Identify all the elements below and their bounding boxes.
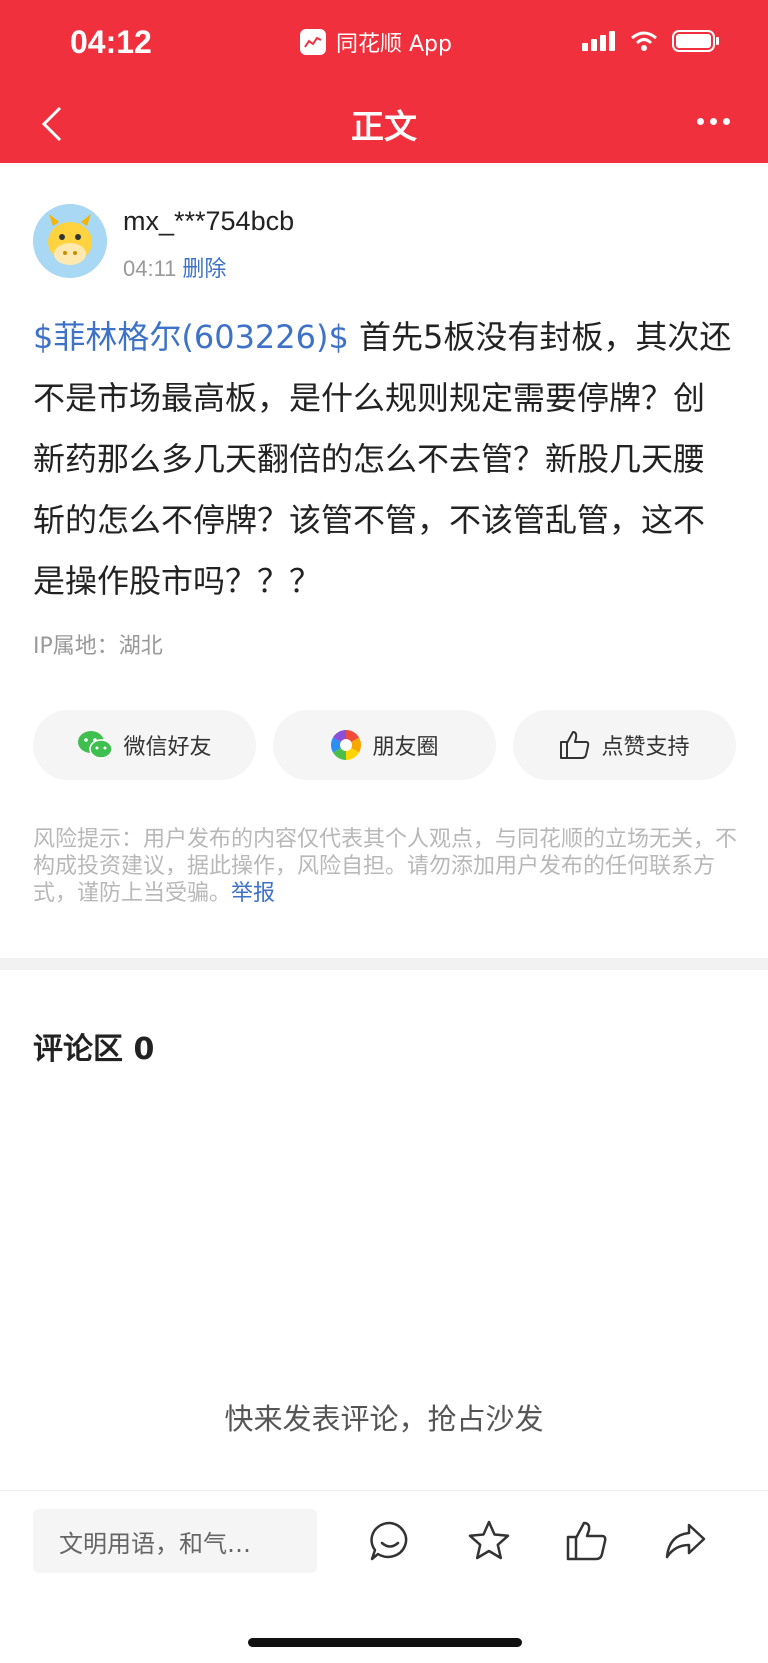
- status-app-indicator: 同花顺 App: [300, 26, 452, 58]
- author-block: mx_***754bcb 04:11 删除: [33, 204, 294, 283]
- like-support-label: 点赞支持: [601, 735, 690, 760]
- like-support-button[interactable]: 点赞支持: [513, 710, 736, 780]
- status-time: 04:12: [70, 24, 152, 60]
- moments-share-label: 朋友圈: [372, 735, 439, 760]
- report-link[interactable]: 举报: [231, 881, 275, 906]
- thumbs-up-icon[interactable]: [565, 1519, 609, 1563]
- comments-empty-text: 快来发表评论，抢占沙发: [224, 1402, 544, 1436]
- wechat-share-button[interactable]: 微信好友: [33, 710, 256, 780]
- moments-icon: [331, 730, 362, 760]
- more-dots-icon[interactable]: [697, 118, 730, 125]
- signal-icon: [582, 31, 615, 51]
- app-header: 04:12 同花顺 App 正文: [0, 0, 768, 163]
- section-divider: [0, 958, 768, 970]
- app-logo-icon: [300, 29, 326, 55]
- ip-location: IP属地：湖北: [33, 634, 163, 659]
- post-content: $菲林格尔(603226)$ 首先5板没有封板，其次还不是市场最高板，是什么规则…: [33, 307, 735, 612]
- post-meta: 04:11 删除: [123, 251, 294, 283]
- post-time: 04:11: [123, 256, 177, 281]
- risk-disclaimer-text: 风险提示：用户发布的内容仅代表其个人观点，与同花顺的立场无关，不构成投资建议，据…: [33, 827, 738, 906]
- share-icon[interactable]: [663, 1519, 707, 1563]
- star-icon[interactable]: [467, 1519, 511, 1563]
- wechat-share-label: 微信好友: [123, 735, 212, 760]
- comments-title: 评论区 0: [33, 1032, 155, 1067]
- comment-icon[interactable]: [368, 1519, 412, 1563]
- avatar[interactable]: [33, 204, 107, 278]
- stock-tag-link[interactable]: $菲林格尔(603226)$: [33, 318, 349, 356]
- delete-link[interactable]: 删除: [182, 256, 226, 281]
- share-row: 微信好友 朋友圈 点赞支持: [33, 710, 736, 780]
- page-title: 正文: [351, 107, 417, 146]
- home-indicator: [248, 1638, 522, 1647]
- status-app-name: 同花顺 App: [336, 32, 452, 57]
- wechat-icon: [78, 731, 114, 759]
- status-icons: [582, 30, 720, 52]
- comment-input[interactable]: 文明用语，和气…: [33, 1509, 317, 1573]
- author-name[interactable]: mx_***754bcb: [123, 206, 294, 237]
- moments-share-button[interactable]: 朋友圈: [273, 710, 496, 780]
- risk-disclaimer: 风险提示：用户发布的内容仅代表其个人观点，与同花顺的立场无关，不构成投资建议，据…: [33, 826, 739, 907]
- battery-icon: [672, 30, 719, 52]
- wifi-icon: [631, 31, 657, 51]
- comment-input-placeholder: 文明用语，和气…: [59, 1529, 251, 1558]
- post-text: 首先5板没有封板，其次还不是市场最高板，是什么规则规定需要停牌？创新药那么多几天…: [33, 318, 732, 600]
- thumbs-up-icon: [560, 731, 590, 759]
